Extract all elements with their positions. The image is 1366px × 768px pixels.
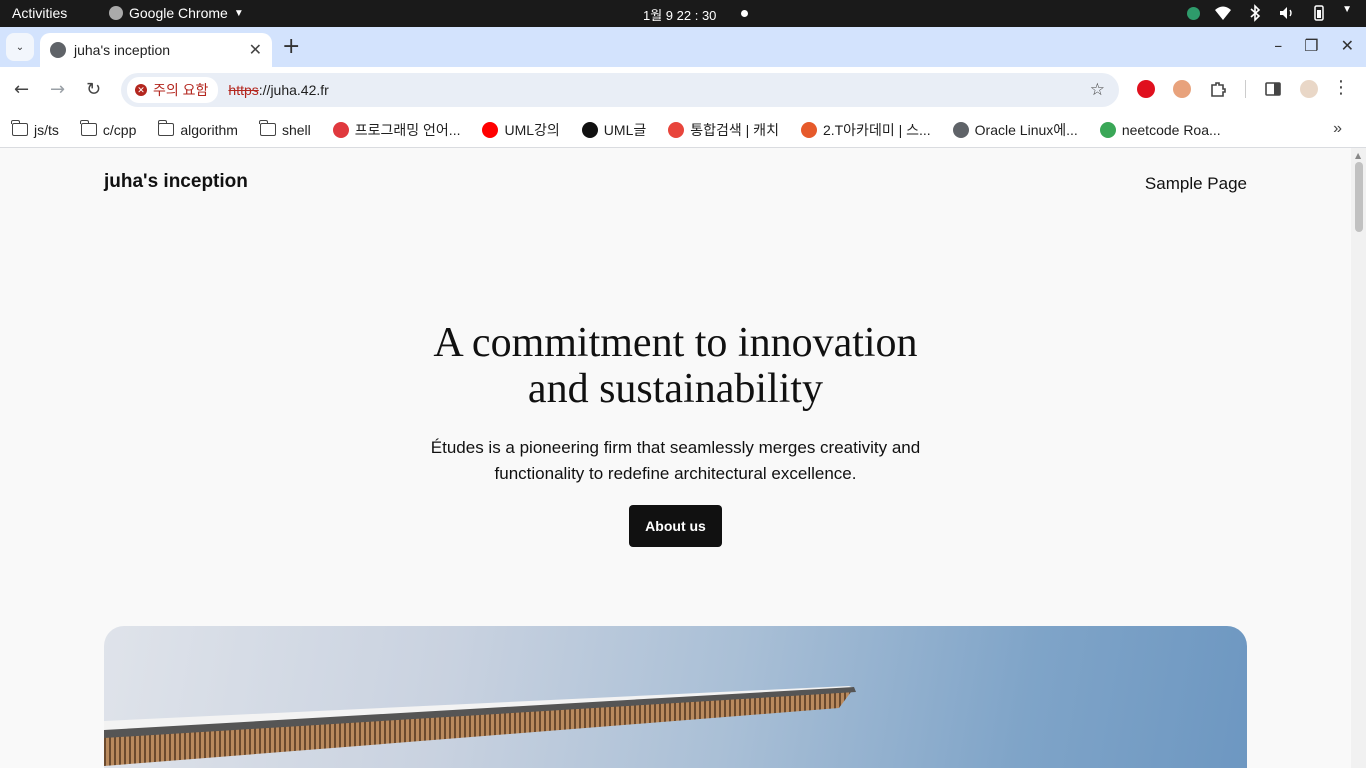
site-title[interactable]: juha's inception xyxy=(104,171,248,193)
globe-icon xyxy=(50,42,66,58)
battery-icon xyxy=(1310,4,1328,22)
app-menu[interactable]: Google Chrome ▼ xyxy=(109,5,244,21)
bookmark-label: c/cpp xyxy=(102,121,137,138)
avatar[interactable] xyxy=(1300,80,1318,98)
clock[interactable]: 1월 9 22 : 30 xyxy=(643,5,716,24)
app-name: Google Chrome xyxy=(129,5,228,21)
extension-face-icon[interactable] xyxy=(1173,80,1191,98)
bookmark-label: Oracle Linux에... xyxy=(974,121,1078,138)
bookmark-label: shell xyxy=(281,121,311,138)
security-warning-chip[interactable]: ✕ 주의 요함 xyxy=(127,77,219,103)
divider xyxy=(1245,80,1246,98)
folder-icon xyxy=(80,120,97,136)
system-tray[interactable]: ▼ xyxy=(1187,4,1352,22)
folder-icon xyxy=(259,120,276,136)
tab-juhas-inception[interactable]: juha's inception ✕ xyxy=(40,33,272,67)
youtube-icon xyxy=(482,121,499,138)
folder-icon xyxy=(11,120,28,136)
page-scrollbar[interactable]: ▲ xyxy=(1351,148,1366,768)
tab-strip: ⌄ juha's inception ✕ + – ❐ ✕ xyxy=(0,27,1366,67)
bookmark-item[interactable]: Oracle Linux에... xyxy=(952,120,1078,140)
folder-icon xyxy=(157,120,175,136)
bookmark-item[interactable]: 통합검색 | 캐치 xyxy=(668,120,779,140)
globe-icon xyxy=(952,121,969,138)
hero-image xyxy=(104,626,1247,768)
back-arrow-icon[interactable]: ← xyxy=(14,79,29,100)
tab-search-button[interactable]: ⌄ xyxy=(6,33,34,61)
browser-toolbar: ← → ↻ ✕ 주의 요함 https://juha.42.fr ☆ ⋮ xyxy=(0,67,1366,112)
bookmark-label: js/ts xyxy=(34,121,59,138)
new-tab-button[interactable]: + xyxy=(282,36,300,58)
bookmark-item[interactable]: neetcode Roa... xyxy=(1099,121,1221,138)
bookmark-item[interactable]: algorithm xyxy=(157,120,238,138)
opera-icon[interactable] xyxy=(1137,80,1155,98)
extension-icons xyxy=(1137,80,1318,98)
bookmark-item[interactable]: shell xyxy=(259,120,311,138)
hero-title-line2: and sustainability xyxy=(527,366,824,412)
wifi-icon xyxy=(1214,4,1232,22)
puzzle-icon[interactable] xyxy=(1209,80,1227,98)
notification-dot xyxy=(741,10,748,17)
caret-down-icon: ▼ xyxy=(233,7,244,19)
side-panel-icon[interactable] xyxy=(1264,80,1282,98)
bookmark-item[interactable]: UML강의 xyxy=(482,120,560,140)
bookmark-label: 통합검색 | 캐치 xyxy=(690,121,779,138)
close-window-icon[interactable]: ✕ xyxy=(1341,36,1354,55)
bookmark-label: algorithm xyxy=(180,121,238,138)
bookmark-label: UML강의 xyxy=(504,121,560,138)
hero-title: A commitment to innovation and sustainab… xyxy=(350,320,1001,412)
app-indicator-icon xyxy=(1187,6,1201,20)
bookmark-item[interactable]: 2.T아카데미 | 스... xyxy=(800,120,931,140)
chevron-down-icon: ⌄ xyxy=(15,41,25,53)
warning-icon: ✕ xyxy=(135,84,147,96)
building-roof-graphic xyxy=(104,686,856,766)
site-icon xyxy=(668,121,685,138)
more-menu-icon[interactable]: ⋮ xyxy=(1332,77,1350,98)
bookmark-item[interactable]: c/cpp xyxy=(80,120,137,138)
chrome-icon xyxy=(109,6,123,20)
url-scheme: https xyxy=(228,82,259,98)
more-bookmarks-icon[interactable]: » xyxy=(1333,120,1342,138)
about-us-button[interactable]: About us xyxy=(629,505,722,547)
bookmark-star-icon[interactable]: ☆ xyxy=(1090,80,1105,100)
address-bar[interactable]: ✕ 주의 요함 https://juha.42.fr ☆ xyxy=(121,73,1119,107)
bookmarks-bar: js/ts c/cpp algorithm shell 프로그래밍 언어... UML강의… xyxy=(0,112,1366,148)
volume-icon xyxy=(1278,4,1296,22)
hero-subtitle: Études is a pioneering firm that seamles… xyxy=(430,438,921,483)
site-icon xyxy=(800,121,817,138)
close-icon[interactable]: ✕ xyxy=(249,40,262,60)
site-icon xyxy=(581,121,598,138)
tab-title: juha's inception xyxy=(74,42,171,58)
bluetooth-icon xyxy=(1246,4,1264,22)
bookmark-item[interactable]: 프로그래밍 언어... xyxy=(332,120,461,140)
minimize-icon[interactable]: – xyxy=(1274,36,1282,55)
scrollbar-thumb[interactable] xyxy=(1355,162,1363,232)
scroll-up-arrow-icon[interactable]: ▲ xyxy=(1355,151,1361,160)
site-icon xyxy=(1099,121,1116,138)
security-chip-label: 주의 요함 xyxy=(153,82,209,98)
url-rest: ://juha.42.fr xyxy=(258,82,329,98)
url-text[interactable]: https://juha.42.fr xyxy=(228,82,328,98)
bookmark-label: 프로그래밍 언어... xyxy=(354,121,461,138)
web-page: juha's inception Sample Page A commitmen… xyxy=(0,148,1351,768)
site-icon xyxy=(332,121,349,138)
window-controls: – ❐ ✕ xyxy=(1274,36,1354,55)
forward-arrow-icon[interactable]: → xyxy=(50,79,65,100)
bookmark-label: neetcode Roa... xyxy=(1121,121,1221,138)
nav-sample-page[interactable]: Sample Page xyxy=(1145,174,1247,194)
reload-icon[interactable]: ↻ xyxy=(86,79,101,100)
restore-icon[interactable]: ❐ xyxy=(1304,36,1318,55)
power-menu-icon: ▼ xyxy=(1342,4,1352,15)
bookmark-label: 2.T아카데미 | 스... xyxy=(822,121,931,138)
bookmark-label: UML글 xyxy=(603,121,647,138)
hero-title-line1: A commitment to innovation xyxy=(433,320,918,366)
activities-button[interactable]: Activities xyxy=(12,5,67,21)
bookmark-item[interactable]: UML글 xyxy=(581,120,647,140)
system-top-bar: Activities Google Chrome ▼ 1월 9 22 : 30 … xyxy=(0,0,1366,27)
bookmark-item[interactable]: js/ts xyxy=(11,120,59,138)
